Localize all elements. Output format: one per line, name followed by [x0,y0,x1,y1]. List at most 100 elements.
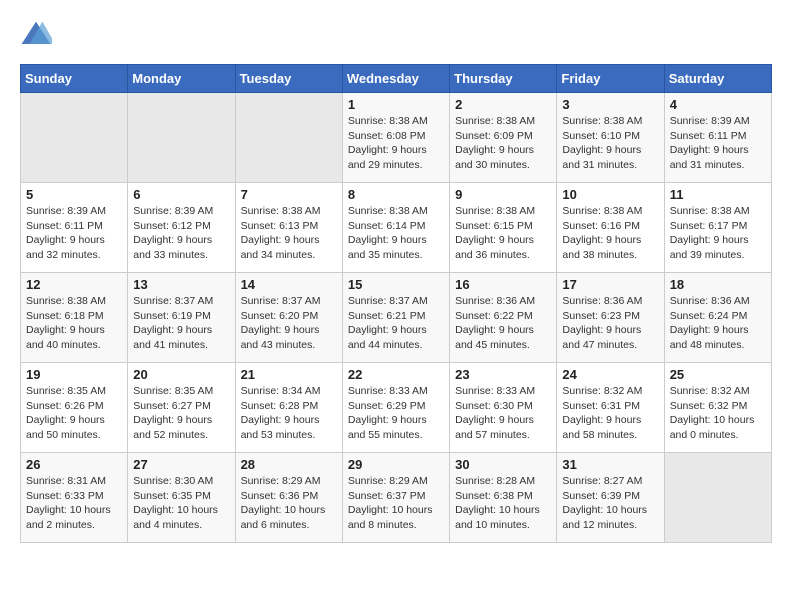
day-number: 5 [26,187,122,202]
calendar-cell: 1 Sunrise: 8:38 AM Sunset: 6:08 PM Daylig… [342,93,449,183]
calendar-cell: 11 Sunrise: 8:38 AM Sunset: 6:17 PM Dayli… [664,183,771,273]
header-day-tuesday: Tuesday [235,65,342,93]
calendar-cell: 27 Sunrise: 8:30 AM Sunset: 6:35 PM Dayli… [128,453,235,543]
calendar-cell: 7Sunrise: 8:38 AM Sunset: 6:13 PM Daylig… [235,183,342,273]
day-info: Sunrise: 8:38 AM Sunset: 6:09 PM Dayligh… [455,114,551,173]
calendar-cell: 24Sunrise: 8:32 AM Sunset: 6:31 PM Dayli… [557,363,664,453]
day-number: 13 [133,277,229,292]
calendar-cell: 13 Sunrise: 8:37 AM Sunset: 6:19 PM Dayli… [128,273,235,363]
calendar-cell [664,453,771,543]
day-number: 8 [348,187,444,202]
calendar-cell: 31 Sunrise: 8:27 AM Sunset: 6:39 PM Dayli… [557,453,664,543]
calendar-header: SundayMondayTuesdayWednesdayThursdayFrid… [21,65,772,93]
day-number: 10 [562,187,658,202]
calendar-cell: 4Sunrise: 8:39 AM Sunset: 6:11 PM Daylig… [664,93,771,183]
day-info: Sunrise: 8:37 AM Sunset: 6:19 PM Dayligh… [133,294,229,353]
day-number: 18 [670,277,766,292]
day-number: 1 [348,97,444,112]
calendar-cell: 15Sunrise: 8:37 AM Sunset: 6:21 PM Dayli… [342,273,449,363]
calendar-cell [128,93,235,183]
day-info: Sunrise: 8:33 AM Sunset: 6:30 PM Dayligh… [455,384,551,443]
day-info: Sunrise: 8:32 AM Sunset: 6:31 PM Dayligh… [562,384,658,443]
day-number: 31 [562,457,658,472]
calendar-cell: 12Sunrise: 8:38 AM Sunset: 6:18 PM Dayli… [21,273,128,363]
day-info: Sunrise: 8:35 AM Sunset: 6:26 PM Dayligh… [26,384,122,443]
day-info: Sunrise: 8:38 AM Sunset: 6:18 PM Dayligh… [26,294,122,353]
header-day-monday: Monday [128,65,235,93]
header-row: SundayMondayTuesdayWednesdayThursdayFrid… [21,65,772,93]
day-number: 27 [133,457,229,472]
day-info: Sunrise: 8:33 AM Sunset: 6:29 PM Dayligh… [348,384,444,443]
calendar-cell: 3 Sunrise: 8:38 AM Sunset: 6:10 PM Daylig… [557,93,664,183]
week-row-3: 19 Sunrise: 8:35 AM Sunset: 6:26 PM Dayli… [21,363,772,453]
calendar-table: SundayMondayTuesdayWednesdayThursdayFrid… [20,64,772,543]
day-info: Sunrise: 8:28 AM Sunset: 6:38 PM Dayligh… [455,474,551,533]
logo [20,20,56,48]
day-number: 3 [562,97,658,112]
calendar-cell: 28 Sunrise: 8:29 AM Sunset: 6:36 PM Dayli… [235,453,342,543]
day-number: 14 [241,277,337,292]
day-info: Sunrise: 8:36 AM Sunset: 6:23 PM Dayligh… [562,294,658,353]
header-day-friday: Friday [557,65,664,93]
calendar-cell: 10Sunrise: 8:38 AM Sunset: 6:16 PM Dayli… [557,183,664,273]
calendar-body: 1 Sunrise: 8:38 AM Sunset: 6:08 PM Daylig… [21,93,772,543]
day-info: Sunrise: 8:38 AM Sunset: 6:17 PM Dayligh… [670,204,766,263]
day-info: Sunrise: 8:38 AM Sunset: 6:14 PM Dayligh… [348,204,444,263]
day-info: Sunrise: 8:38 AM Sunset: 6:15 PM Dayligh… [455,204,551,263]
day-info: Sunrise: 8:39 AM Sunset: 6:12 PM Dayligh… [133,204,229,263]
day-number: 23 [455,367,551,382]
day-number: 6 [133,187,229,202]
calendar-cell: 5Sunrise: 8:39 AM Sunset: 6:11 PM Daylig… [21,183,128,273]
day-info: Sunrise: 8:27 AM Sunset: 6:39 PM Dayligh… [562,474,658,533]
day-info: Sunrise: 8:37 AM Sunset: 6:20 PM Dayligh… [241,294,337,353]
day-info: Sunrise: 8:38 AM Sunset: 6:08 PM Dayligh… [348,114,444,173]
calendar-cell [235,93,342,183]
day-number: 2 [455,97,551,112]
week-row-1: 5Sunrise: 8:39 AM Sunset: 6:11 PM Daylig… [21,183,772,273]
day-number: 28 [241,457,337,472]
day-number: 21 [241,367,337,382]
day-number: 29 [348,457,444,472]
day-number: 30 [455,457,551,472]
week-row-4: 26Sunrise: 8:31 AM Sunset: 6:33 PM Dayli… [21,453,772,543]
day-number: 4 [670,97,766,112]
day-info: Sunrise: 8:34 AM Sunset: 6:28 PM Dayligh… [241,384,337,443]
day-number: 17 [562,277,658,292]
header-day-wednesday: Wednesday [342,65,449,93]
day-info: Sunrise: 8:36 AM Sunset: 6:24 PM Dayligh… [670,294,766,353]
calendar-cell: 30 Sunrise: 8:28 AM Sunset: 6:38 PM Dayli… [450,453,557,543]
day-info: Sunrise: 8:32 AM Sunset: 6:32 PM Dayligh… [670,384,766,443]
day-number: 20 [133,367,229,382]
calendar-cell: 20 Sunrise: 8:35 AM Sunset: 6:27 PM Dayli… [128,363,235,453]
calendar-cell: 16 Sunrise: 8:36 AM Sunset: 6:22 PM Dayli… [450,273,557,363]
calendar-cell: 14 Sunrise: 8:37 AM Sunset: 6:20 PM Dayli… [235,273,342,363]
day-number: 16 [455,277,551,292]
day-number: 22 [348,367,444,382]
calendar-cell: 8 Sunrise: 8:38 AM Sunset: 6:14 PM Daylig… [342,183,449,273]
calendar-cell [21,93,128,183]
day-info: Sunrise: 8:35 AM Sunset: 6:27 PM Dayligh… [133,384,229,443]
day-number: 7 [241,187,337,202]
calendar-cell: 18 Sunrise: 8:36 AM Sunset: 6:24 PM Dayli… [664,273,771,363]
week-row-2: 12Sunrise: 8:38 AM Sunset: 6:18 PM Dayli… [21,273,772,363]
week-row-0: 1 Sunrise: 8:38 AM Sunset: 6:08 PM Daylig… [21,93,772,183]
day-info: Sunrise: 8:30 AM Sunset: 6:35 PM Dayligh… [133,474,229,533]
calendar-cell: 2 Sunrise: 8:38 AM Sunset: 6:09 PM Daylig… [450,93,557,183]
header-day-saturday: Saturday [664,65,771,93]
calendar-cell: 23 Sunrise: 8:33 AM Sunset: 6:30 PM Dayli… [450,363,557,453]
calendar-cell: 22 Sunrise: 8:33 AM Sunset: 6:29 PM Dayli… [342,363,449,453]
header-day-sunday: Sunday [21,65,128,93]
day-number: 11 [670,187,766,202]
day-number: 25 [670,367,766,382]
calendar-cell: 25 Sunrise: 8:32 AM Sunset: 6:32 PM Dayli… [664,363,771,453]
day-info: Sunrise: 8:36 AM Sunset: 6:22 PM Dayligh… [455,294,551,353]
day-number: 19 [26,367,122,382]
day-info: Sunrise: 8:29 AM Sunset: 6:36 PM Dayligh… [241,474,337,533]
calendar-cell: 9Sunrise: 8:38 AM Sunset: 6:15 PM Daylig… [450,183,557,273]
calendar-cell: 21 Sunrise: 8:34 AM Sunset: 6:28 PM Dayli… [235,363,342,453]
day-info: Sunrise: 8:29 AM Sunset: 6:37 PM Dayligh… [348,474,444,533]
logo-icon [20,20,52,48]
calendar-cell: 29 Sunrise: 8:29 AM Sunset: 6:37 PM Dayli… [342,453,449,543]
calendar-cell: 19 Sunrise: 8:35 AM Sunset: 6:26 PM Dayli… [21,363,128,453]
day-info: Sunrise: 8:38 AM Sunset: 6:10 PM Dayligh… [562,114,658,173]
